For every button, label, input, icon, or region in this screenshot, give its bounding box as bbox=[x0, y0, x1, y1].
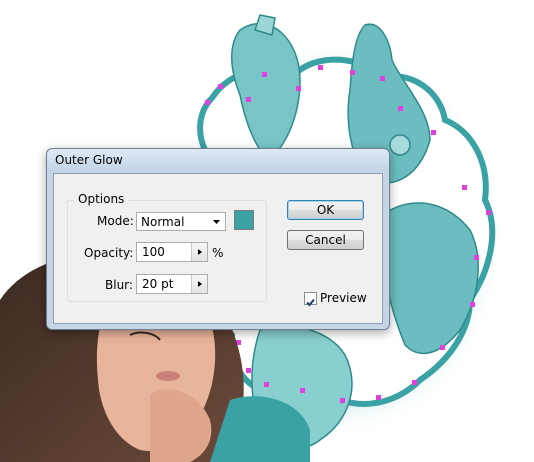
dialog-title: Outer Glow bbox=[55, 153, 123, 167]
dialog-body: Options Mode: Normal Opacity: 100 % Blur… bbox=[53, 173, 383, 324]
opacity-stepper[interactable] bbox=[191, 243, 207, 261]
opacity-input[interactable]: 100 bbox=[136, 242, 208, 262]
blur-value: 20 pt bbox=[142, 277, 174, 291]
preview-checkbox[interactable] bbox=[304, 292, 317, 307]
blur-label: Blur: bbox=[105, 278, 133, 292]
checkmark-icon bbox=[306, 298, 315, 307]
outer-glow-dialog: Outer Glow Options Mode: Normal Opacity:… bbox=[46, 148, 390, 330]
chevron-down-icon bbox=[208, 213, 225, 230]
mode-value: Normal bbox=[141, 215, 185, 229]
opacity-label: Opacity: bbox=[84, 246, 134, 260]
blur-stepper[interactable] bbox=[191, 275, 207, 293]
mode-dropdown[interactable]: Normal bbox=[136, 212, 226, 231]
mode-label: Mode: bbox=[97, 214, 134, 228]
blur-input[interactable]: 20 pt bbox=[136, 274, 208, 294]
glow-color-swatch[interactable] bbox=[234, 210, 254, 230]
ok-button[interactable]: OK bbox=[287, 200, 364, 220]
dialog-titlebar[interactable]: Outer Glow bbox=[47, 149, 389, 171]
options-group-label: Options bbox=[74, 192, 129, 206]
cancel-button[interactable]: Cancel bbox=[287, 230, 364, 250]
preview-label: Preview bbox=[320, 291, 367, 305]
opacity-value: 100 bbox=[142, 245, 165, 259]
opacity-unit: % bbox=[212, 246, 224, 260]
